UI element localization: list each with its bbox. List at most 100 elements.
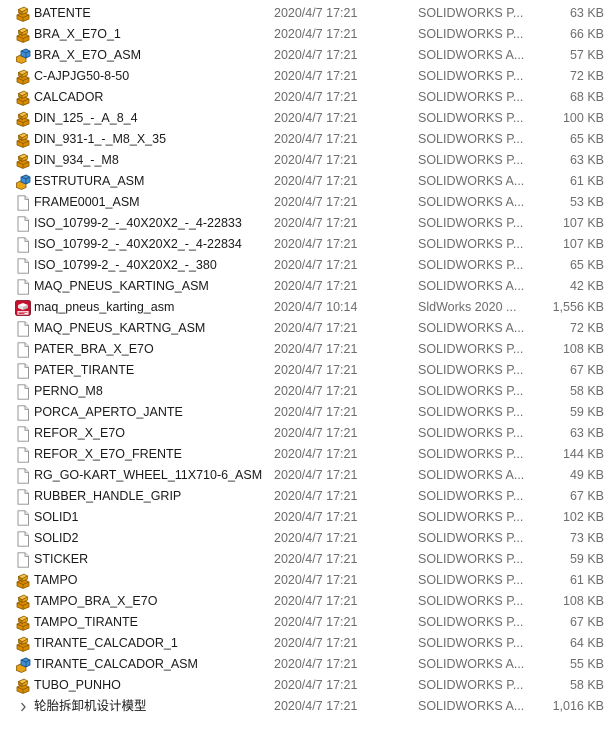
file-size: 107 KB <box>562 237 604 251</box>
solidworks-part-icon <box>15 153 31 169</box>
blank-file-icon <box>15 258 31 274</box>
file-name: TUBO_PUNHO <box>34 678 121 692</box>
file-row[interactable]: TIRANTE_CALCADOR_ASM 2020/4/7 17:21 SOLIDW… <box>0 654 613 675</box>
file-date-modified: 2020/4/7 17:21 <box>274 132 358 146</box>
file-size: 1,016 KB <box>552 699 604 713</box>
file-type: SOLIDWORKS P... <box>418 258 524 272</box>
file-row[interactable]: 轮胎拆卸机设计模型 2020/4/7 17:21 SOLIDWORKS A... 1,… <box>0 696 613 717</box>
file-size: 59 KB <box>569 552 604 566</box>
file-row[interactable]: REFOR_X_E7O_FRENTE 2020/4/7 17:21 SOLIDWOR… <box>0 444 613 465</box>
file-date-modified: 2020/4/7 17:21 <box>274 216 358 230</box>
file-row[interactable]: RG_GO-KART_WHEEL_11X710-6_ASM 2020/4/7 17… <box>0 465 613 486</box>
file-date-modified: 2020/4/7 17:21 <box>274 552 358 566</box>
file-type: SOLIDWORKS P... <box>418 615 524 629</box>
file-row[interactable]: TIRANTE_CALCADOR_1 2020/4/7 17:21 SOLIDWOR… <box>0 633 613 654</box>
solidworks-part-icon <box>15 27 31 43</box>
file-name: DIN_125_-_A_8_4 <box>34 111 138 125</box>
file-name: ISO_10799-2_-_40X20X2_-_4-22833 <box>34 216 242 230</box>
file-row[interactable]: MAQ_PNEUS_KARTING_ASM 2020/4/7 17:21 SOLID… <box>0 276 613 297</box>
file-size: 55 KB <box>569 657 604 671</box>
file-date-modified: 2020/4/7 17:21 <box>274 468 358 482</box>
file-type: SOLIDWORKS P... <box>418 237 524 251</box>
file-row[interactable]: SOLID1 2020/4/7 17:21 SOLIDWORKS P... 102 K… <box>0 507 613 528</box>
file-date-modified: 2020/4/7 17:21 <box>274 321 358 335</box>
file-size: 64 KB <box>569 636 604 650</box>
blank-file-icon <box>15 531 31 547</box>
file-row[interactable]: ISO_10799-2_-_40X20X2_-_380 2020/4/7 17:2… <box>0 255 613 276</box>
file-size: 66 KB <box>569 27 604 41</box>
file-name: 轮胎拆卸机设计模型 <box>34 699 147 713</box>
file-type: SOLIDWORKS A... <box>418 321 525 335</box>
file-type: SOLIDWORKS P... <box>418 342 524 356</box>
file-name: C-AJPJG50-8-50 <box>34 69 130 83</box>
file-row[interactable]: maq_pneus_karting_asm 2020/4/7 10:14 SldWo… <box>0 297 613 318</box>
file-row[interactable]: PATER_TIRANTE 2020/4/7 17:21 SOLIDWORKS P.… <box>0 360 613 381</box>
file-row[interactable]: TAMPO 2020/4/7 17:21 SOLIDWORKS P... 61 KB <box>0 570 613 591</box>
file-row[interactable]: TAMPO_BRA_X_E7O 2020/4/7 17:21 SOLIDWORKS … <box>0 591 613 612</box>
file-name: TAMPO_BRA_X_E7O <box>34 594 158 608</box>
blank-file-icon <box>15 426 31 442</box>
file-date-modified: 2020/4/7 17:21 <box>274 489 358 503</box>
blank-file-icon <box>15 510 31 526</box>
file-name: FRAME0001_ASM <box>34 195 140 209</box>
solidworks-part-icon <box>15 615 31 631</box>
file-name: SOLID1 <box>34 510 79 524</box>
file-date-modified: 2020/4/7 17:21 <box>274 657 358 671</box>
file-date-modified: 2020/4/7 17:21 <box>274 678 358 692</box>
file-date-modified: 2020/4/7 17:21 <box>274 27 358 41</box>
file-type: SOLIDWORKS P... <box>418 447 524 461</box>
file-size: 73 KB <box>569 531 604 545</box>
file-row[interactable]: TUBO_PUNHO 2020/4/7 17:21 SOLIDWORKS P... 5… <box>0 675 613 696</box>
file-size: 67 KB <box>569 489 604 503</box>
file-row[interactable]: STICKER 2020/4/7 17:21 SOLIDWORKS P... 59 K… <box>0 549 613 570</box>
file-row[interactable]: REFOR_X_E7O 2020/4/7 17:21 SOLIDWORKS P...… <box>0 423 613 444</box>
file-list: BATENTE 2020/4/7 17:21 SOLIDWORKS P... 63 K… <box>0 3 613 717</box>
file-date-modified: 2020/4/7 17:21 <box>274 90 358 104</box>
file-date-modified: 2020/4/7 17:21 <box>274 279 358 293</box>
file-row[interactable]: TAMPO_TIRANTE 2020/4/7 17:21 SOLIDWORKS P.… <box>0 612 613 633</box>
file-row[interactable]: FRAME0001_ASM 2020/4/7 17:21 SOLIDWORKS A.… <box>0 192 613 213</box>
file-row[interactable]: PORCA_APERTO_JANTE 2020/4/7 17:21 SOLIDWOR… <box>0 402 613 423</box>
blank-file-icon <box>15 363 31 379</box>
file-row[interactable]: MAQ_PNEUS_KARTNG_ASM 2020/4/7 17:21 SOLIDW… <box>0 318 613 339</box>
file-size: 72 KB <box>569 321 604 335</box>
file-date-modified: 2020/4/7 17:21 <box>274 426 358 440</box>
file-row[interactable]: DIN_931-1_-_M8_X_35 2020/4/7 17:21 SOLIDWO… <box>0 129 613 150</box>
file-row[interactable]: CALCADOR 2020/4/7 17:21 SOLIDWORKS P... 68 … <box>0 87 613 108</box>
file-row[interactable]: SOLID2 2020/4/7 17:21 SOLIDWORKS P... 73 KB <box>0 528 613 549</box>
file-size: 63 KB <box>569 153 604 167</box>
file-type: SOLIDWORKS P... <box>418 69 524 83</box>
blank-file-icon <box>15 384 31 400</box>
file-date-modified: 2020/4/7 17:21 <box>274 111 358 125</box>
file-row[interactable]: ISO_10799-2_-_40X20X2_-_4-22833 2020/4/7 … <box>0 213 613 234</box>
file-size: 59 KB <box>569 405 604 419</box>
file-row[interactable]: ISO_10799-2_-_40X20X2_-_4-22834 2020/4/7 … <box>0 234 613 255</box>
file-name: STICKER <box>34 552 89 566</box>
file-row[interactable]: DIN_125_-_A_8_4 2020/4/7 17:21 SOLIDWORKS … <box>0 108 613 129</box>
blank-file-icon <box>15 279 31 295</box>
file-size: 53 KB <box>569 195 604 209</box>
file-row[interactable]: BRA_X_E7O_1 2020/4/7 17:21 SOLIDWORKS P...… <box>0 24 613 45</box>
solidworks-part-icon <box>15 111 31 127</box>
file-type: SOLIDWORKS P... <box>418 363 524 377</box>
file-name: TAMPO <box>34 573 78 587</box>
blank-file-icon <box>15 237 31 253</box>
file-size: 49 KB <box>569 468 604 482</box>
file-row[interactable]: DIN_934_-_M8 2020/4/7 17:21 SOLIDWORKS P..… <box>0 150 613 171</box>
blank-file-icon <box>15 489 31 505</box>
file-type: SOLIDWORKS A... <box>418 279 525 293</box>
file-row[interactable]: C-AJPJG50-8-50 2020/4/7 17:21 SOLIDWORKS P… <box>0 66 613 87</box>
file-date-modified: 2020/4/7 17:21 <box>274 48 358 62</box>
file-type: SOLIDWORKS P... <box>418 573 524 587</box>
blank-file-icon <box>15 468 31 484</box>
solidworks-part-icon <box>15 636 31 652</box>
file-date-modified: 2020/4/7 17:21 <box>274 447 358 461</box>
file-row[interactable]: PATER_BRA_X_E7O 2020/4/7 17:21 SOLIDWORKS … <box>0 339 613 360</box>
file-row[interactable]: BATENTE 2020/4/7 17:21 SOLIDWORKS P... 63 K… <box>0 3 613 24</box>
blank-file-icon <box>15 342 31 358</box>
file-row[interactable]: PERNO_M8 2020/4/7 17:21 SOLIDWORKS P... 58 … <box>0 381 613 402</box>
file-size: 108 KB <box>562 594 604 608</box>
file-row[interactable]: RUBBER_HANDLE_GRIP 2020/4/7 17:21 SOLIDWOR… <box>0 486 613 507</box>
file-row[interactable]: ESTRUTURA_ASM 2020/4/7 17:21 SOLIDWORKS A.… <box>0 171 613 192</box>
file-row[interactable]: BRA_X_E7O_ASM 2020/4/7 17:21 SOLIDWORKS A.… <box>0 45 613 66</box>
